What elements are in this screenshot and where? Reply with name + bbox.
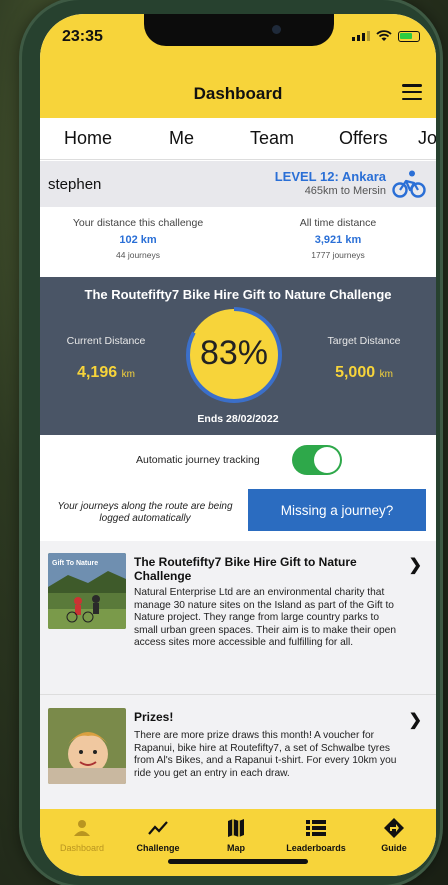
bike-icon (392, 170, 426, 198)
tab-journeys[interactable]: Jo (418, 128, 436, 149)
distance-stats: Your distance this challenge 102 km 44 j… (40, 207, 436, 277)
tracking-row: Automatic journey tracking (40, 435, 436, 485)
home-indicator (168, 859, 308, 864)
signal-icon (352, 31, 370, 41)
tabbar-leaderboards[interactable]: Leaderboards (278, 817, 354, 853)
challenge-end-date: Ends 28/02/2022 (197, 413, 279, 425)
logging-row: Your journeys along the route are being … (40, 485, 436, 541)
tracking-label: Automatic journey tracking (136, 454, 260, 466)
notch (144, 14, 334, 46)
news-title: The Routefifty7 Bike Hire Gift to Nature… (134, 555, 357, 583)
tab-home[interactable]: Home (64, 128, 112, 149)
bottom-tab-bar: Dashboard Challenge Map Leaderboards Gui… (40, 809, 436, 876)
tabbar-label: Leaderboards (286, 843, 346, 853)
challenge-distance-stat: Your distance this challenge 102 km 44 j… (48, 217, 228, 260)
stat-journeys: 44 journeys (116, 250, 160, 260)
tabbar-label: Guide (381, 843, 407, 853)
target-distance-value: 5,000 km (335, 364, 393, 381)
status-time: 23:35 (62, 28, 103, 45)
tab-offers[interactable]: Offers (339, 128, 388, 149)
tab-team[interactable]: Team (250, 128, 294, 149)
tabbar-challenge[interactable]: Challenge (120, 817, 196, 853)
news-item[interactable]: Prizes! There are more prize draws this … (40, 696, 436, 811)
chevron-right-icon: ❯ (408, 712, 422, 729)
tabbar-guide[interactable]: Guide (356, 817, 432, 853)
logging-info-text: Your journeys along the route are being … (57, 501, 233, 524)
username: stephen (48, 176, 102, 193)
news-body: There are more prize draws this month! A… (134, 730, 397, 779)
level-info[interactable]: LEVEL 12: Ankara 465km to Mersin (275, 169, 386, 197)
all-time-distance-stat: All time distance 3,921 km 1777 journeys (248, 217, 428, 260)
directions-icon (384, 818, 404, 838)
progress-percent: 83% (199, 334, 269, 372)
user-bar: stephen LEVEL 12: Ankara 465km to Mersin (40, 161, 436, 207)
toggle-knob (314, 447, 340, 473)
stat-value: 3,921 km (314, 234, 362, 246)
news-thumbnail-image: Gift To Nature (48, 553, 126, 629)
svg-text:Gift To Nature: Gift To Nature (52, 560, 98, 567)
tabbar-label: Challenge (136, 843, 180, 853)
system-icons (352, 30, 420, 42)
current-distance-value: 4,196 km (77, 364, 135, 381)
map-icon (228, 819, 244, 837)
news-body: Natural Enterprise Ltd are an environmen… (134, 587, 396, 648)
tab-me[interactable]: Me (169, 128, 194, 149)
tabbar-label: Dashboard (59, 843, 105, 853)
chevron-right-icon: ❯ (408, 557, 422, 574)
stat-label: All time distance (299, 217, 377, 229)
level-next-distance: 465km to Mersin (304, 185, 386, 197)
wifi-icon (376, 30, 392, 41)
camera-dot (272, 25, 281, 34)
stat-journeys: 1777 journeys (311, 250, 365, 260)
current-distance-label: Current Distance (66, 335, 146, 347)
battery-icon (398, 30, 420, 42)
app-header: Dashboard (40, 70, 436, 118)
news-thumbnail-image (48, 708, 126, 784)
person-icon (74, 820, 90, 836)
page-title: Dashboard (193, 84, 283, 103)
challenge-title: The Routefifty7 Bike Hire Gift to Nature… (84, 287, 392, 302)
top-tabs: Home Me Team Offers Jo (40, 118, 436, 160)
trend-line-icon (148, 821, 168, 835)
hamburger-menu-icon[interactable] (402, 84, 422, 100)
news-list: Gift To Nature The Routefifty7 Bike Hire… (40, 541, 436, 811)
level-title: LEVEL 12: Ankara (274, 169, 386, 184)
stat-value: 102 km (119, 234, 157, 246)
target-distance-label: Target Distance (327, 335, 401, 347)
stat-label: Your distance this challenge (72, 217, 204, 229)
tabbar-dashboard[interactable]: Dashboard (44, 817, 120, 853)
challenge-panel: The Routefifty7 Bike Hire Gift to Nature… (40, 277, 436, 435)
tabbar-map[interactable]: Map (198, 817, 274, 853)
missing-journey-button[interactable]: Missing a journey? (248, 489, 426, 531)
news-item[interactable]: Gift To Nature The Routefifty7 Bike Hire… (40, 541, 436, 695)
tracking-toggle[interactable] (292, 445, 342, 475)
app-screen: 23:35 Dashboard Home Me Team Offers Jo s… (40, 14, 436, 876)
tabbar-label: Map (227, 843, 245, 853)
news-title: Prizes! (134, 710, 174, 724)
list-icon (306, 820, 326, 836)
status-bar: 23:35 (40, 14, 436, 74)
